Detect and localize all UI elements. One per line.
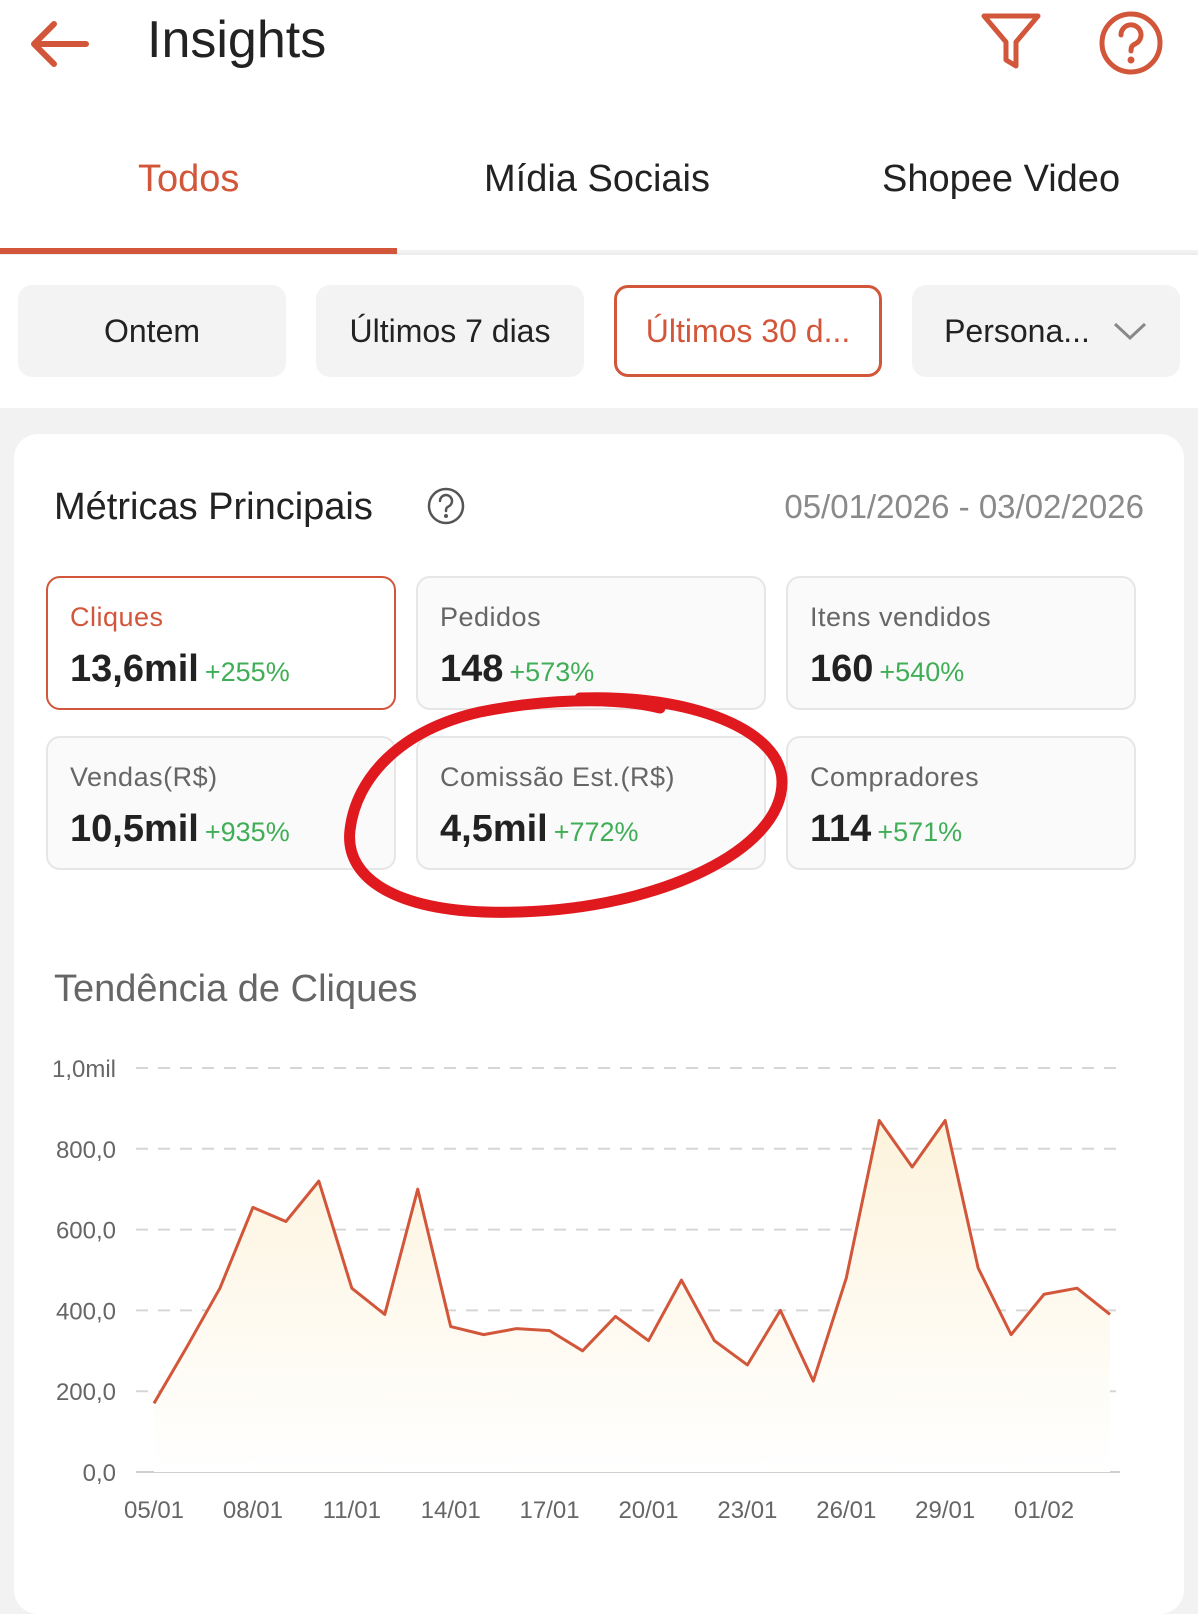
period-yesterday-button[interactable]: Ontem (18, 285, 286, 377)
y-tick-label: 400,0 (56, 1298, 116, 1325)
metric-change: +573% (509, 657, 595, 687)
page-title: Insights (147, 11, 327, 69)
metric-value: 160 (810, 648, 874, 690)
tab-todos[interactable]: Todos (138, 158, 239, 201)
x-tick-label: 17/01 (520, 1497, 580, 1524)
x-tick-label: 20/01 (618, 1497, 678, 1524)
metric-value: 13,6mil (70, 648, 199, 690)
x-tick-label: 26/01 (816, 1497, 876, 1524)
chevron-down-icon (1113, 322, 1146, 341)
metric-value: 148 (440, 648, 504, 690)
x-tick-label: 29/01 (915, 1497, 975, 1524)
metric-change: +540% (879, 657, 965, 687)
area-fill (154, 1120, 1110, 1472)
y-tick-label: 600,0 (56, 1218, 116, 1245)
y-tick-label: 0,0 (83, 1460, 116, 1487)
chart-title: Tendência de Cliques (54, 968, 418, 1010)
metric-change: +571% (877, 817, 963, 847)
date-range: 05/01/2026 - 03/02/2026 (784, 488, 1144, 525)
metric-label: Compradores (810, 762, 980, 792)
period-30-days-button[interactable]: Últimos 30 d... (614, 285, 882, 377)
metric-change: +772% (553, 817, 639, 847)
y-tick-label: 800,0 (56, 1137, 116, 1164)
period-label: Últimos 30 d... (645, 312, 851, 349)
active-tab-indicator (0, 248, 397, 254)
period-selector: Ontem Últimos 7 dias Últimos 30 d... Per… (0, 255, 1198, 408)
period-custom-dropdown[interactable]: Persona... (912, 285, 1180, 377)
metric-card-pedidos[interactable]: Pedidos 148 +573% (416, 576, 766, 710)
metric-change: +935% (204, 817, 290, 847)
question-circle-icon[interactable] (1098, 10, 1164, 76)
x-tick-label: 01/02 (1014, 1497, 1074, 1524)
metric-card-itens-vendidos[interactable]: Itens vendidos 160 +540% (786, 576, 1136, 710)
period-label: Ontem (103, 312, 201, 349)
period-7-days-button[interactable]: Últimos 7 dias (316, 285, 584, 377)
metric-label: Pedidos (440, 602, 542, 632)
metric-change: +255% (204, 657, 290, 687)
metric-label: Vendas(R$) (70, 762, 218, 792)
metric-value: 4,5mil (440, 808, 548, 850)
metric-card-cliques[interactable]: Cliques 13,6mil +255% (46, 576, 396, 710)
metric-card-vendas[interactable]: Vendas(R$) 10,5mil +935% (46, 736, 396, 870)
period-label: Últimos 7 dias (349, 312, 551, 349)
metric-label: Cliques (70, 602, 164, 632)
x-tick-label: 11/01 (323, 1497, 381, 1524)
x-tick-label: 08/01 (223, 1497, 283, 1524)
metric-label: Comissão Est.(R$) (440, 762, 676, 792)
x-tick-label: 23/01 (717, 1497, 777, 1524)
metrics-card: Métricas Principais 05/01/2026 - 03/02/2… (14, 434, 1184, 1614)
tab-shopee-video[interactable]: Shopee Video (882, 158, 1120, 201)
section-title: Métricas Principais (54, 486, 373, 528)
period-label: Persona... (944, 312, 1090, 349)
metric-label: Itens vendidos (810, 602, 992, 632)
y-tick-label: 200,0 (56, 1379, 116, 1406)
question-circle-icon[interactable] (426, 486, 466, 526)
metric-card-compradores[interactable]: Compradores 114 +571% (786, 736, 1136, 870)
metric-card-comissao[interactable]: Comissão Est.(R$) 4,5mil +772% (416, 736, 766, 870)
funnel-icon[interactable] (978, 8, 1044, 74)
header-bar: Insights Todos Mídia Sociais Shopee Vide… (0, 0, 1198, 250)
arrow-left-icon[interactable] (24, 14, 96, 74)
y-tick-label: 1,0mil (52, 1056, 116, 1083)
clicks-trend-chart: 0,0 200,0 400,0 600,0 800,0 1,0mil 05/01 08/01 1… (52, 1056, 1120, 1524)
x-tick-label: 14/01 (421, 1497, 481, 1524)
tab-midia-sociais[interactable]: Mídia Sociais (484, 158, 710, 201)
metric-value: 114 (810, 808, 872, 850)
x-tick-label: 05/01 (124, 1497, 184, 1524)
metric-value: 10,5mil (70, 808, 199, 850)
